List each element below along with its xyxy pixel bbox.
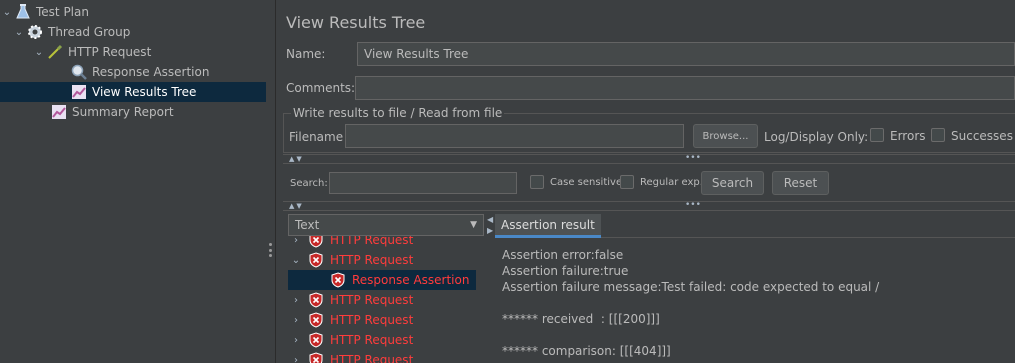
splitter-grip-icon[interactable]: [269, 243, 272, 257]
collapse-arrows-icon[interactable]: ▲▼: [289, 155, 304, 163]
assertion-line: ****** received : [[[200]]]: [502, 312, 660, 326]
assertion-line: Assertion failure:true: [502, 264, 629, 278]
filename-field[interactable]: [345, 124, 684, 148]
inner-splitter-arrows-icon[interactable]: ◀ ▶: [487, 214, 493, 236]
assertion-line: Assertion failure message:Test failed: c…: [502, 280, 880, 294]
log-display-label: Log/Display Only:: [764, 130, 869, 144]
name-label: Name:: [286, 47, 326, 61]
tree-item-label: Test Plan: [36, 5, 89, 19]
chevron-right-icon[interactable]: ›: [288, 355, 304, 363]
error-shield-icon: [308, 312, 324, 328]
error-shield-icon: [308, 236, 324, 248]
comments-label: Comments:: [286, 81, 356, 95]
successes-label: Successes: [951, 129, 1013, 143]
tree-item-summary-report[interactable]: Summary Report: [36, 102, 174, 122]
tree-item-test-plan[interactable]: ⌄ Test Plan: [0, 2, 89, 22]
renderer-select[interactable]: Text ▼: [288, 214, 484, 236]
result-item-label: Response Assertion: [352, 273, 470, 287]
tree-item-label: Response Assertion: [92, 65, 210, 79]
successes-checkbox[interactable]: [931, 128, 945, 142]
result-item[interactable]: › HTTP Request: [288, 350, 476, 363]
result-item[interactable]: › HTTP Request: [288, 330, 476, 350]
chevron-right-icon[interactable]: ›: [288, 335, 304, 346]
regular-exp-checkbox[interactable]: [620, 175, 634, 189]
chevron-right-icon[interactable]: ›: [288, 295, 304, 306]
error-shield-icon: [330, 272, 346, 288]
tree-item-view-results-tree[interactable]: View Results Tree: [0, 82, 266, 102]
graph-icon: [70, 83, 88, 101]
result-item-label: HTTP Request: [330, 353, 414, 363]
split-divider[interactable]: [283, 154, 1015, 164]
assertion-line: [502, 295, 1012, 311]
graph-icon: [50, 103, 68, 121]
assertion-line: [502, 327, 1012, 343]
case-sensitive-label: Case sensitive: [550, 177, 623, 188]
error-shield-icon: [308, 332, 324, 348]
drag-handle-icon[interactable]: •••: [685, 153, 701, 163]
comments-field[interactable]: [355, 76, 1015, 100]
regular-exp-label: Regular exp.: [640, 177, 703, 188]
result-item-label: HTTP Request: [330, 253, 414, 267]
pipette-icon: [46, 43, 64, 61]
tree-item-label: View Results Tree: [92, 85, 197, 99]
result-item[interactable]: ⌄ HTTP Request: [288, 250, 476, 270]
assertion-line: ****** comparison: [[[404]]]: [502, 344, 671, 358]
chevron-down-icon[interactable]: ⌄: [12, 27, 26, 38]
search-button[interactable]: Search: [701, 171, 764, 195]
case-sensitive-checkbox[interactable]: [530, 175, 544, 189]
chevron-right-icon[interactable]: ›: [288, 236, 304, 246]
assertion-result-text: Assertion error:false Assertion failure:…: [502, 247, 1012, 359]
search-label: Search:: [290, 178, 328, 189]
result-item[interactable]: › HTTP Request: [288, 236, 476, 250]
chevron-right-icon[interactable]: ›: [288, 315, 304, 326]
assertion-line: Assertion error:false: [502, 248, 624, 262]
error-shield-icon: [308, 292, 324, 308]
browse-button[interactable]: Browse...: [693, 124, 758, 148]
tree-item-label: Thread Group: [48, 25, 131, 39]
file-group-title: Write results to file / Read from file: [291, 106, 505, 120]
results-tree: › HTTP Request ⌄ HTTP Request Response A…: [288, 236, 476, 363]
errors-label: Errors: [890, 129, 926, 143]
chevron-down-icon[interactable]: ⌄: [32, 47, 46, 58]
reset-button[interactable]: Reset: [772, 171, 829, 195]
tree-item-label: HTTP Request: [68, 45, 152, 59]
split-divider[interactable]: [283, 201, 1015, 211]
result-item-label: HTTP Request: [330, 293, 414, 307]
error-shield-icon: [308, 352, 324, 363]
search-input[interactable]: [329, 172, 517, 194]
filename-label: Filename: [289, 130, 344, 144]
test-plan-tree: ⌄ Test Plan ⌄ Thread Group ⌄ HTTP Reques…: [0, 0, 266, 363]
result-item-label: HTTP Request: [330, 313, 414, 327]
drag-handle-icon[interactable]: •••: [685, 200, 701, 210]
view-results-tree-panel: View Results Tree Name: Comments: Write …: [277, 0, 1015, 363]
tab-assertion-result[interactable]: Assertion result: [495, 214, 601, 238]
tree-item-label: Summary Report: [72, 105, 174, 119]
tree-item-response-assertion[interactable]: Response Assertion: [56, 62, 209, 82]
errors-checkbox[interactable]: [870, 128, 884, 142]
gear-icon: [26, 23, 44, 41]
page-title: View Results Tree: [286, 13, 426, 32]
panel-splitter[interactable]: [266, 0, 276, 363]
result-item-selected[interactable]: Response Assertion: [288, 270, 476, 290]
tree-item-http-request[interactable]: ⌄ HTTP Request: [32, 42, 151, 62]
collapse-arrows-icon[interactable]: ▲▼: [289, 202, 304, 210]
error-shield-icon: [308, 252, 324, 268]
flask-icon: [14, 3, 32, 21]
tree-item-thread-group[interactable]: ⌄ Thread Group: [12, 22, 130, 42]
magnifier-icon: [70, 63, 88, 81]
result-item-label: HTTP Request: [330, 236, 414, 247]
renderer-select-value: Text: [295, 218, 320, 232]
result-item-label: HTTP Request: [330, 333, 414, 347]
name-field[interactable]: [357, 42, 1015, 66]
chevron-down-icon[interactable]: ⌄: [288, 255, 304, 266]
triangle-down-icon: ▼: [470, 220, 477, 230]
result-item[interactable]: › HTTP Request: [288, 310, 476, 330]
result-item[interactable]: › HTTP Request: [288, 290, 476, 310]
chevron-down-icon[interactable]: ⌄: [0, 7, 14, 18]
